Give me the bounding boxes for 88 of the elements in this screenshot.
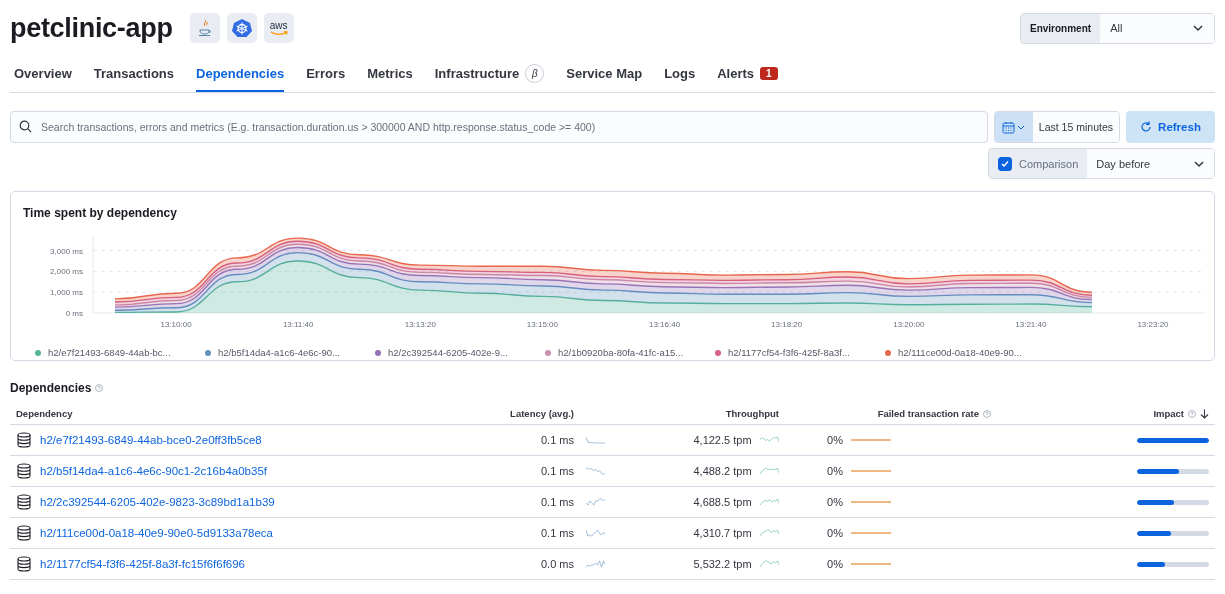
impact-bar xyxy=(1137,468,1209,474)
dependency-link[interactable]: h2/e7f21493-6849-44ab-bce0-2e0ff3fb5ce8 xyxy=(40,434,262,446)
throughput-value: 4,122.5 tpm xyxy=(693,434,752,446)
x-axis-label: 13:18:20 xyxy=(771,320,803,329)
failed-rate-sparkline xyxy=(851,531,891,535)
dependency-link[interactable]: h2/b5f14da4-a1c6-4e6c-90c1-2c16b4a0b35f xyxy=(40,465,267,477)
search-field[interactable]: Search transactions, errors and metrics (E.g. transaction.duration.us > 300000 AND http.response.status_code >= 400) xyxy=(10,111,988,143)
column-header: Latency (avg.) xyxy=(510,408,574,419)
failed-rate-sparkline xyxy=(851,438,891,442)
throughput-value: 5,532.2 tpm xyxy=(693,558,752,570)
database-icon xyxy=(16,494,32,510)
legend-label[interactable]: h2/1177cf54-f3f6-425f-8a3f... xyxy=(728,347,850,358)
failed-rate-value: 0% xyxy=(827,527,843,539)
throughput-value: 4,488.2 tpm xyxy=(693,465,752,477)
section-title: Dependencies xyxy=(10,381,92,395)
chevron-down-icon xyxy=(1192,22,1204,34)
java-cup-badge xyxy=(189,13,220,43)
throughput-value: 4,688.5 tpm xyxy=(693,496,752,508)
refresh-icon xyxy=(1140,121,1153,133)
nav-tab[interactable]: Infrastructure β xyxy=(434,56,545,92)
chevron-down-icon xyxy=(1017,123,1026,131)
x-axis-label: 13:10:00 xyxy=(160,320,192,329)
nav-tab[interactable]: Dependencies xyxy=(196,56,285,92)
database-icon xyxy=(16,556,32,572)
column-header: Failed transaction rate xyxy=(877,408,979,419)
legend-label[interactable]: h2/1b0920ba-80fa-41fc-a15... xyxy=(558,347,684,358)
time-range[interactable]: Last 15 minutes xyxy=(1032,112,1119,142)
search-icon xyxy=(19,120,32,133)
legend-label[interactable]: h2/111ce00d-0a18-40e9-90... xyxy=(898,347,1022,358)
failed-rate-value: 0% xyxy=(827,434,843,446)
column-header: Dependency xyxy=(16,408,73,419)
impact-bar xyxy=(1137,499,1209,505)
refresh-button[interactable]: Refresh xyxy=(1126,111,1215,143)
throughput-value: 4,310.7 tpm xyxy=(693,527,752,539)
help-icon xyxy=(1188,409,1196,418)
legend-label[interactable]: h2/b5f14da4-a1c6-4e6c-90... xyxy=(218,347,340,358)
y-axis-label: 3,000 ms xyxy=(50,246,83,256)
legend-label[interactable]: h2/e7f21493-6849-44ab-bc... xyxy=(48,347,171,358)
sort-down-icon[interactable] xyxy=(1200,408,1209,419)
failed-rate-value: 0% xyxy=(827,465,843,477)
latency-value: 0.1 ms xyxy=(541,527,574,539)
y-axis-label: 1,000 ms xyxy=(50,288,83,298)
failed-rate-sparkline xyxy=(851,500,891,504)
calendar-icon xyxy=(1002,120,1016,134)
database-icon xyxy=(16,525,32,541)
y-axis-label: 2,000 ms xyxy=(50,267,83,277)
x-axis-label: 13:11:40 xyxy=(282,320,314,329)
column-header[interactable]: Impact xyxy=(1153,408,1184,419)
x-axis-label: 13:16:40 xyxy=(648,320,681,329)
x-axis-label: 13:13:20 xyxy=(404,320,436,329)
nav-tab[interactable]: Metrics xyxy=(367,56,413,92)
database-icon xyxy=(16,432,32,448)
x-axis-label: 13:23:20 xyxy=(1137,320,1169,329)
legend-label[interactable]: h2/2c392544-6205-402e-9... xyxy=(388,347,508,358)
latency-value: 0.1 ms xyxy=(541,465,574,477)
nav-tab[interactable]: Overview xyxy=(14,56,72,92)
dependency-link[interactable]: h2/111ce00d-0a18-40e9-90e0-5d9133a78eca xyxy=(40,527,273,539)
environment-select[interactable]: Environment All xyxy=(1020,12,1215,44)
x-axis-label: 13:20:00 xyxy=(893,320,925,329)
nav-tab[interactable]: Logs xyxy=(664,56,696,92)
helm-wheel-badge xyxy=(226,13,257,43)
app-title: petclinic-app xyxy=(10,12,173,44)
nav-tab[interactable]: Service Map xyxy=(566,56,643,92)
y-axis-label: 0 ms xyxy=(65,309,83,318)
help-icon xyxy=(95,384,104,392)
database-icon xyxy=(16,463,32,479)
chart-title: Time spent by dependency xyxy=(23,206,178,220)
count-badge: 1 xyxy=(760,66,778,80)
dependency-link[interactable]: h2/1177cf54-f3f6-425f-8a3f-fc15f6f6f696 xyxy=(40,558,246,570)
failed-rate-value: 0% xyxy=(827,558,843,570)
nav-tab[interactable]: Alerts 1 xyxy=(717,56,778,92)
latency-value: 0.1 ms xyxy=(541,496,574,508)
aws-logo-badge: aws xyxy=(263,13,294,43)
failed-rate-sparkline xyxy=(851,469,891,473)
impact-bar xyxy=(1137,530,1209,536)
failed-rate-value: 0% xyxy=(827,496,843,508)
x-axis-label: 13:15:00 xyxy=(526,320,558,329)
latency-value: 0.1 ms xyxy=(541,434,574,446)
nav-tab[interactable]: Errors xyxy=(306,56,346,92)
nav-tab[interactable]: Transactions xyxy=(93,56,175,92)
column-header: Throughput xyxy=(725,408,779,419)
dependency-link[interactable]: h2/2c392544-6205-402e-9823-3c89bd1a1b39 xyxy=(40,496,275,508)
latency-value: 0.0 ms xyxy=(541,558,574,570)
failed-rate-sparkline xyxy=(851,562,891,566)
impact-bar xyxy=(1137,561,1209,567)
help-icon xyxy=(983,409,991,418)
impact-bar xyxy=(1137,437,1209,443)
x-axis-label: 13:21:40 xyxy=(1015,320,1047,329)
